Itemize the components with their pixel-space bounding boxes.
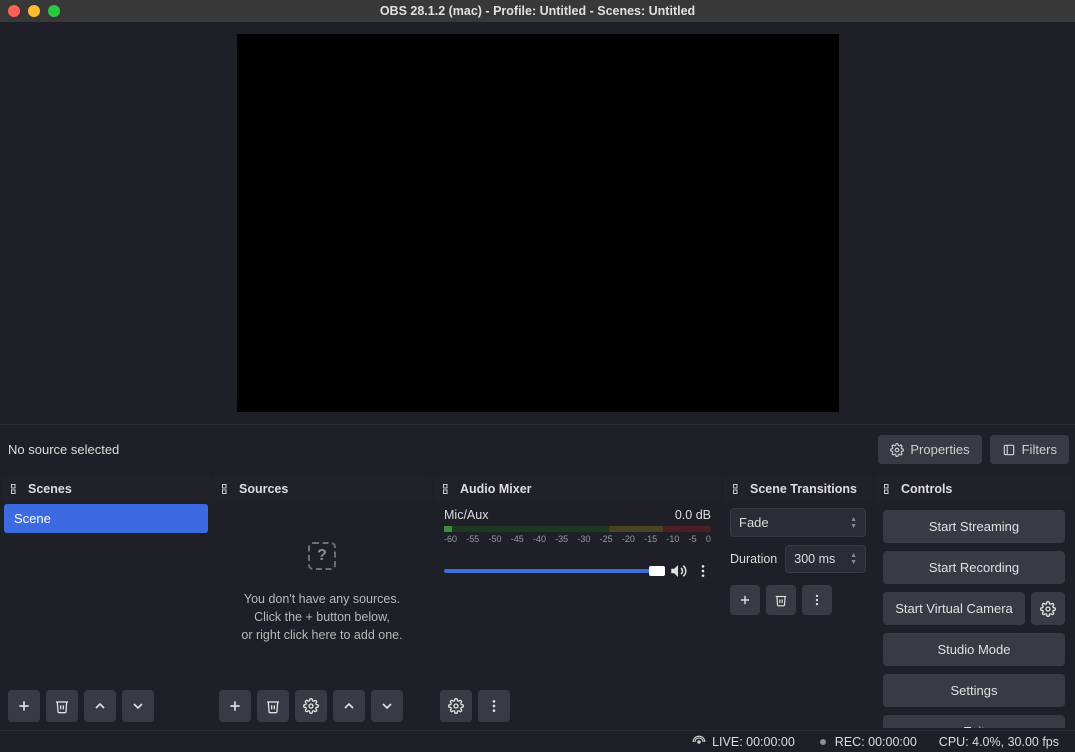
properties-button[interactable]: Properties xyxy=(878,435,981,464)
mixer-header[interactable]: Audio Mixer xyxy=(434,476,721,502)
remove-scene-button[interactable] xyxy=(46,690,78,722)
scene-up-button[interactable] xyxy=(84,690,116,722)
broadcast-icon xyxy=(692,735,706,749)
channel-more-icon[interactable] xyxy=(695,563,711,579)
controls-title: Controls xyxy=(901,482,952,496)
filters-button[interactable]: Filters xyxy=(990,435,1069,464)
remove-transition-button[interactable] xyxy=(766,585,796,615)
cpu-status: CPU: 4.0%, 30.00 fps xyxy=(939,735,1059,749)
filters-icon xyxy=(1002,443,1016,457)
status-bar: LIVE: 00:00:00 REC: 00:00:00 CPU: 4.0%, … xyxy=(0,730,1075,752)
source-properties-button[interactable] xyxy=(295,690,327,722)
dock-grip-icon xyxy=(883,483,895,495)
mixer-title: Audio Mixer xyxy=(460,482,532,496)
transition-select[interactable]: Fade ▲▼ xyxy=(730,508,866,537)
mixer-advanced-button[interactable] xyxy=(440,690,472,722)
duration-label: Duration xyxy=(730,552,777,566)
titlebar: OBS 28.1.2 (mac) - Profile: Untitled - S… xyxy=(0,0,1075,22)
dock-grip-icon xyxy=(442,483,454,495)
question-icon: ? xyxy=(308,542,336,570)
source-down-button[interactable] xyxy=(371,690,403,722)
audio-meter xyxy=(444,526,711,532)
speaker-icon[interactable] xyxy=(669,562,687,580)
add-source-button[interactable] xyxy=(219,690,251,722)
exit-button[interactable]: Exit xyxy=(883,715,1065,728)
scenes-dock: Scenes Scene xyxy=(2,476,210,728)
properties-label: Properties xyxy=(910,442,969,457)
filters-label: Filters xyxy=(1022,442,1057,457)
window-close-button[interactable] xyxy=(8,5,20,17)
sources-empty-state[interactable]: ? You don't have any sources. Click the … xyxy=(213,502,431,684)
start-recording-button[interactable]: Start Recording xyxy=(883,551,1065,584)
audio-mixer-dock: Audio Mixer Mic/Aux 0.0 dB -60 -55 -50 -… xyxy=(434,476,721,728)
dock-grip-icon xyxy=(221,483,233,495)
volume-slider[interactable] xyxy=(444,569,661,573)
window-maximize-button[interactable] xyxy=(48,5,60,17)
mixer-more-button[interactable] xyxy=(478,690,510,722)
transitions-dock: Scene Transitions Fade ▲▼ Duration 300 m… xyxy=(724,476,872,728)
controls-dock: Controls Start Streaming Start Recording… xyxy=(875,476,1073,728)
source-up-button[interactable] xyxy=(333,690,365,722)
no-source-label: No source selected xyxy=(6,442,119,457)
start-streaming-button[interactable]: Start Streaming xyxy=(883,510,1065,543)
record-icon xyxy=(817,736,829,748)
transition-more-button[interactable] xyxy=(802,585,832,615)
gear-icon xyxy=(890,443,904,457)
virtual-camera-settings-button[interactable] xyxy=(1031,592,1065,625)
add-scene-button[interactable] xyxy=(8,690,40,722)
scenes-title: Scenes xyxy=(28,482,72,496)
scene-down-button[interactable] xyxy=(122,690,154,722)
rec-status: REC: 00:00:00 xyxy=(817,735,917,749)
add-transition-button[interactable] xyxy=(730,585,760,615)
live-status: LIVE: 00:00:00 xyxy=(692,735,795,749)
settings-button[interactable]: Settings xyxy=(883,674,1065,707)
dock-grip-icon xyxy=(732,483,744,495)
sources-empty-line2: Click the + button below, xyxy=(241,608,402,626)
transitions-header[interactable]: Scene Transitions xyxy=(724,476,872,502)
start-virtual-camera-button[interactable]: Start Virtual Camera xyxy=(883,592,1025,625)
preview-canvas[interactable] xyxy=(237,34,839,412)
sources-dock: Sources ? You don't have any sources. Cl… xyxy=(213,476,431,728)
duration-value: 300 ms xyxy=(794,552,835,566)
duration-input[interactable]: 300 ms ▲▼ xyxy=(785,545,866,573)
transitions-title: Scene Transitions xyxy=(750,482,857,496)
mixer-channel-level: 0.0 dB xyxy=(675,508,711,522)
window-minimize-button[interactable] xyxy=(28,5,40,17)
scenes-header[interactable]: Scenes xyxy=(2,476,210,502)
sources-header[interactable]: Sources xyxy=(213,476,431,502)
window-title: OBS 28.1.2 (mac) - Profile: Untitled - S… xyxy=(380,4,695,18)
meter-ticks: -60 -55 -50 -45 -40 -35 -30 -25 -20 -15 … xyxy=(444,534,711,544)
mixer-channel-name: Mic/Aux xyxy=(444,508,488,522)
preview-area xyxy=(0,22,1075,424)
remove-source-button[interactable] xyxy=(257,690,289,722)
dock-grip-icon xyxy=(10,483,22,495)
studio-mode-button[interactable]: Studio Mode xyxy=(883,633,1065,666)
scene-item[interactable]: Scene xyxy=(4,504,208,533)
sources-empty-line3: or right click here to add one. xyxy=(241,626,402,644)
chevron-updown-icon: ▲▼ xyxy=(850,516,857,530)
controls-header[interactable]: Controls xyxy=(875,476,1073,502)
spinner-icon: ▲▼ xyxy=(850,552,857,566)
source-toolbar: No source selected Properties Filters xyxy=(0,424,1075,474)
transition-selected: Fade xyxy=(739,515,769,530)
sources-empty-line1: You don't have any sources. xyxy=(241,590,402,608)
sources-title: Sources xyxy=(239,482,288,496)
